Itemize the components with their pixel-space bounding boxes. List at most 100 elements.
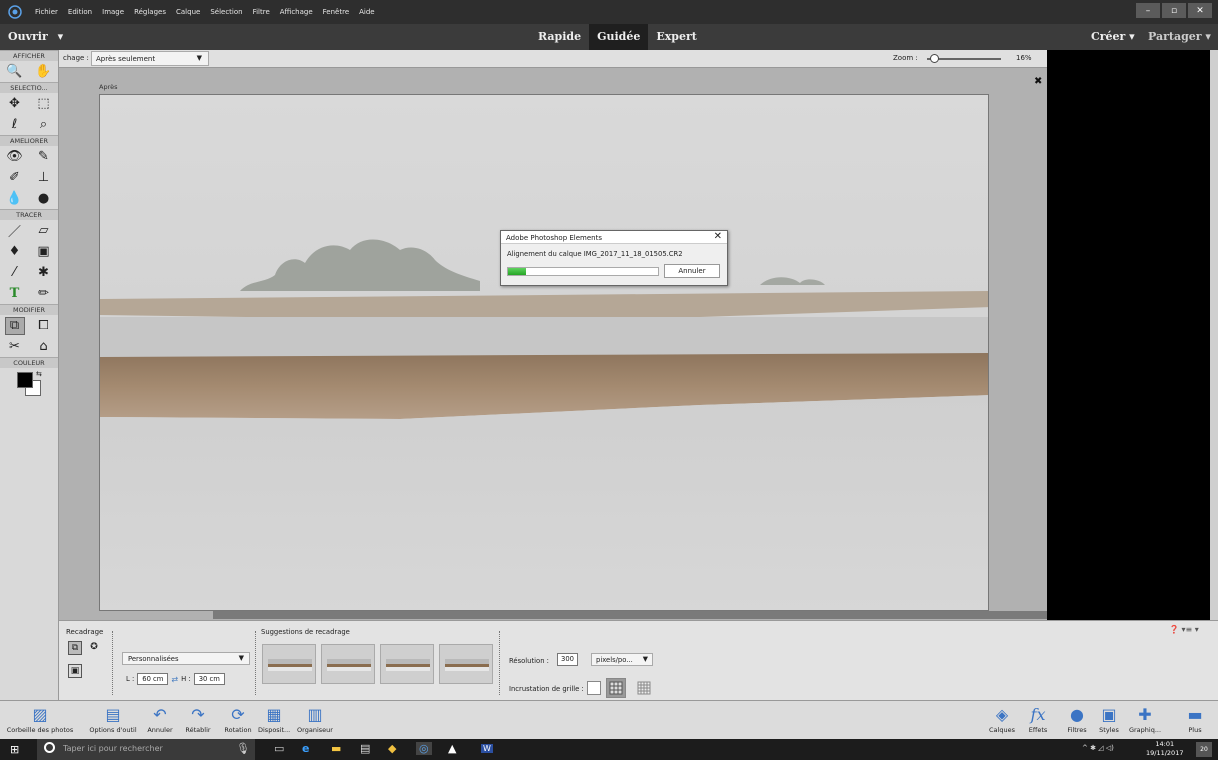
straighten-tool-icon[interactable]: ✂	[5, 338, 25, 356]
text-tool-icon[interactable]: T	[5, 285, 25, 303]
menu-bar: Fichier Edition Image Réglages Calque Sé…	[0, 0, 1218, 24]
more-button[interactable]: ▬ Plus	[1180, 704, 1210, 734]
quick-selection-tool-icon[interactable]: ⌕	[34, 116, 54, 134]
system-tray[interactable]: ^ ✱ ◿ ◁)	[1082, 744, 1114, 752]
swap-dimensions-icon[interactable]: ⇄	[171, 675, 178, 684]
menu-reglages[interactable]: Réglages	[129, 8, 171, 16]
clone-stamp-tool-icon[interactable]: ⊥	[34, 169, 54, 187]
height-input[interactable]: 30 cm	[193, 673, 225, 685]
crop-suggestion-3[interactable]	[380, 644, 434, 684]
paint-bucket-tool-icon[interactable]: ♦	[5, 243, 25, 261]
eyedropper-tool-icon[interactable]: ⁄	[5, 264, 25, 282]
eraser-tool-icon[interactable]: ▱	[34, 222, 54, 240]
crop-suggestion-1[interactable]	[262, 644, 316, 684]
word-app-icon[interactable]: W	[481, 744, 493, 753]
edge-browser-icon[interactable]: e	[302, 742, 309, 755]
microphone-icon[interactable]: 🎙	[236, 742, 250, 755]
resolution-input[interactable]: 300	[557, 653, 578, 666]
rotate-button[interactable]: ⟳ Rotation	[220, 704, 256, 734]
crop-shape-icon[interactable]: ✪	[87, 641, 101, 655]
menu-filtre[interactable]: Filtre	[248, 8, 275, 16]
zoom-tool-icon[interactable]: 🔍	[5, 63, 25, 81]
effects-button[interactable]: fx Effets	[1024, 704, 1052, 734]
width-input[interactable]: 60 cm	[137, 673, 169, 685]
app-logo-icon[interactable]	[0, 0, 30, 24]
tab-expert[interactable]: Expert	[648, 24, 705, 50]
menu-affichage[interactable]: Affichage	[275, 8, 318, 16]
filters-button[interactable]: ● Filtres	[1062, 704, 1092, 734]
menu-fichier[interactable]: Fichier	[30, 8, 63, 16]
tab-rapide[interactable]: Rapide	[530, 24, 589, 50]
recompose-tool-icon[interactable]: ⧠	[34, 317, 54, 335]
taskbar-clock[interactable]: 14:01 19/11/2017	[1146, 740, 1183, 758]
red-eye-tool-icon[interactable]: 👁	[5, 148, 25, 166]
layout-button[interactable]: ▦ Disposit...	[258, 704, 290, 734]
crop-suggestion-2[interactable]	[321, 644, 375, 684]
menu-aide[interactable]: Aide	[354, 8, 379, 16]
menu-image[interactable]: Image	[97, 8, 129, 16]
swap-colors-icon[interactable]: ⇆	[36, 370, 42, 378]
notifications-badge[interactable]: 20	[1196, 742, 1212, 757]
close-icon[interactable]: ✕	[714, 231, 722, 242]
crop-suggestion-4[interactable]	[439, 644, 493, 684]
search-icon	[44, 742, 55, 753]
content-aware-move-tool-icon[interactable]: ⌂	[34, 338, 54, 356]
graphics-button[interactable]: ✚ Graphiq...	[1126, 704, 1164, 734]
spot-healing-tool-icon[interactable]: ✎	[34, 148, 54, 166]
windows-search-box[interactable]: Taper ici pour rechercher	[37, 739, 255, 760]
zoom-slider-handle[interactable]	[930, 54, 940, 63]
gradient-tool-icon[interactable]: ▣	[34, 243, 54, 261]
brush-tool-icon[interactable]: ／	[5, 222, 25, 240]
menu-fenetre[interactable]: Fenêtre	[318, 8, 354, 16]
layers-button[interactable]: ◈ Calques	[984, 704, 1020, 734]
custom-shape-tool-icon[interactable]: ✱	[34, 264, 54, 282]
styles-button[interactable]: ▣ Styles	[1094, 704, 1124, 734]
task-view-icon[interactable]: ▭	[274, 742, 284, 755]
undo-button[interactable]: ↶ Annuler	[144, 704, 176, 734]
sponge-tool-icon[interactable]: ●	[34, 190, 54, 208]
menu-edition[interactable]: Edition	[63, 8, 97, 16]
store-icon[interactable]: ▤	[360, 742, 370, 755]
grid-fine-option[interactable]	[637, 681, 651, 695]
marquee-tool-icon[interactable]: ⬚	[34, 95, 54, 113]
crop-rect-icon[interactable]: ⧉	[68, 641, 82, 655]
close-view-icon[interactable]: ✖	[1034, 76, 1042, 87]
crop-tool-icon[interactable]: ⧉	[4, 316, 25, 335]
blur-tool-icon[interactable]: 💧	[5, 190, 25, 208]
share-button[interactable]: Partager ▾	[1148, 30, 1211, 43]
close-window-button[interactable]: ✕	[1188, 3, 1212, 18]
redo-button[interactable]: ↷ Rétablir	[182, 704, 214, 734]
photoshop-organizer-icon[interactable]: ◆	[388, 742, 396, 755]
cancel-button[interactable]: Annuler	[664, 264, 720, 278]
file-explorer-icon[interactable]: ▬	[331, 742, 341, 755]
layout-label: Disposit...	[258, 726, 291, 734]
tool-options-button[interactable]: ▤ Options d'outil	[86, 704, 140, 734]
crop-photo-icon[interactable]: ▣	[68, 664, 82, 678]
menu-calque[interactable]: Calque	[171, 8, 205, 16]
photoshop-elements-icon[interactable]: ◎	[416, 742, 432, 755]
crop-preset-select[interactable]: Personnalisées ▼	[122, 652, 250, 665]
help-menu-icon[interactable]: ❓ ▾≡ ▾	[1169, 625, 1199, 634]
grid-thirds-option[interactable]	[606, 678, 626, 698]
view-select[interactable]: Après seulement ▼	[91, 51, 209, 66]
minimize-button[interactable]: –	[1136, 3, 1160, 18]
vertical-scrollbar[interactable]	[1210, 50, 1218, 620]
organizer-button[interactable]: ▥ Organiseur	[292, 704, 338, 734]
tab-guidee[interactable]: Guidée	[589, 24, 649, 50]
windows-start-icon[interactable]: ⊞	[10, 743, 19, 756]
hand-tool-icon[interactable]: ✋	[34, 63, 54, 81]
smart-brush-tool-icon[interactable]: ✐	[5, 169, 25, 187]
photo-canvas[interactable]	[99, 94, 989, 611]
horizontal-scrollbar[interactable]	[213, 611, 1047, 619]
create-button[interactable]: Créer ▾	[1091, 30, 1135, 43]
restore-button[interactable]: ▫	[1162, 3, 1186, 18]
resolution-unit-select[interactable]: pixels/po... ▼	[591, 653, 653, 666]
move-tool-icon[interactable]: ✥	[5, 95, 25, 113]
open-button[interactable]: Ouvrir ▾	[8, 30, 63, 43]
photo-bin-button[interactable]: ▨ Corbeille des photos	[4, 704, 76, 734]
menu-selection[interactable]: Sélection	[205, 8, 247, 16]
photos-app-icon[interactable]: ▲	[448, 742, 456, 755]
pencil-tool-icon[interactable]: ✏	[34, 285, 54, 303]
lasso-tool-icon[interactable]: ℓ	[5, 116, 25, 134]
grid-none-option[interactable]	[587, 681, 601, 695]
